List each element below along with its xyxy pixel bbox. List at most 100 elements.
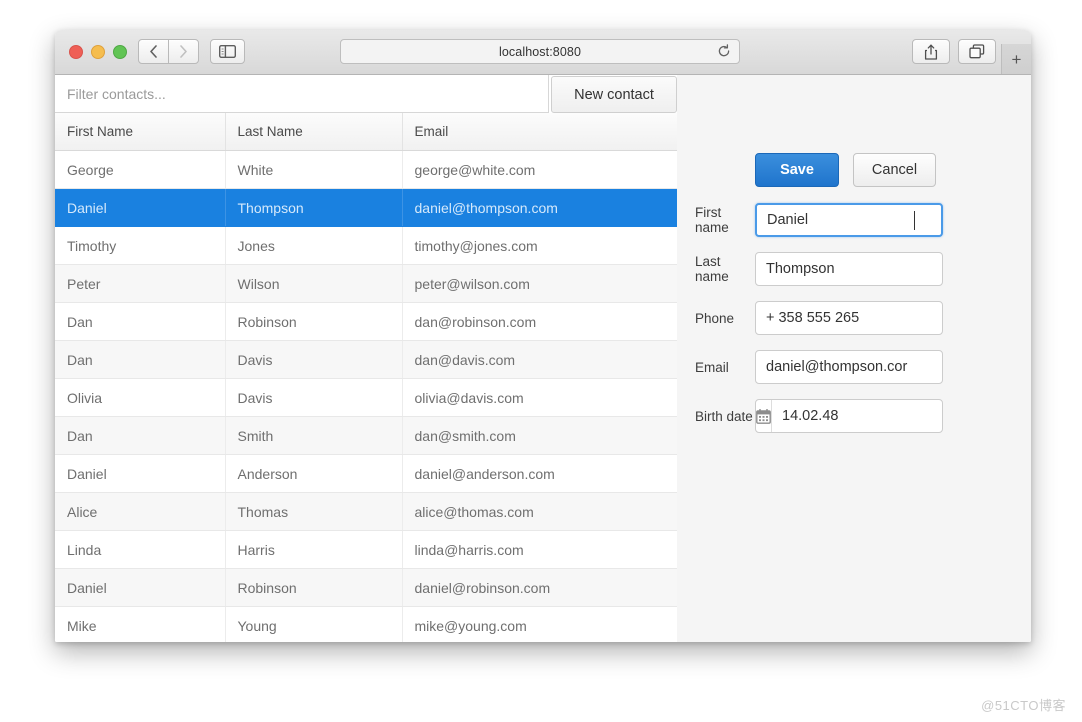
table-row[interactable]: Alice Thomas alice@thomas.com [55,492,677,531]
cell-last-name: Wilson [225,264,403,303]
cell-first-name: Alice [55,492,226,531]
table-header-row: First Name Last Name Email [55,113,677,151]
cell-first-name: Olivia [55,378,226,417]
save-button[interactable]: Save [755,153,839,187]
cancel-button[interactable]: Cancel [853,153,936,187]
form-row-first-name: First name [677,203,1031,237]
reload-icon[interactable] [717,44,731,61]
back-arrow-glyph [150,45,157,58]
reload-glyph [718,44,730,57]
cell-last-name: Thomas [225,492,403,531]
label-last-name: Last name [695,254,729,284]
cell-email: george@white.com [402,150,677,189]
cell-email: mike@young.com [402,606,677,642]
window-controls [69,45,127,59]
contacts-table-head: First Name Last Name Email [55,113,677,151]
filter-bar: New contact [55,75,677,113]
cell-email: linda@harris.com [402,530,677,569]
cell-first-name: Daniel [55,454,226,493]
cell-first-name: Dan [55,302,226,341]
calendar-glyph [756,408,771,424]
column-header-email[interactable]: Email [402,113,677,151]
label-phone: Phone [695,310,735,326]
cell-last-name: Robinson [225,568,403,607]
table-row[interactable]: Daniel Thompson daniel@thompson.com [55,188,677,227]
form-actions: Save Cancel [755,153,936,187]
cell-first-name: Mike [55,606,226,642]
contacts-app: New contact First Name Last Name Email G… [55,75,1031,642]
email-input[interactable] [755,350,943,384]
table-row[interactable]: Linda Harris linda@harris.com [55,530,677,569]
cell-first-name: Daniel [55,568,226,607]
cell-email: daniel@thompson.com [402,188,677,227]
table-row[interactable]: Dan Davis dan@davis.com [55,340,677,379]
table-row[interactable]: Dan Smith dan@smith.com [55,416,677,455]
cell-email: dan@davis.com [402,340,677,379]
close-window-button[interactable] [69,45,83,59]
cell-last-name: White [225,150,403,189]
birth-date-group [755,399,943,433]
calendar-icon[interactable] [756,400,772,432]
cell-email: peter@wilson.com [402,264,677,303]
share-glyph [924,44,938,60]
column-header-last-name[interactable]: Last Name [225,113,403,151]
address-bar[interactable]: localhost:8080 [340,39,740,64]
back-arrow-icon[interactable] [138,39,169,64]
birth-date-input[interactable] [772,400,942,432]
share-icon[interactable] [912,39,950,64]
cell-email: dan@robinson.com [402,302,677,341]
browser-window: localhost:8080 + Filter contacts... New … [55,30,1031,642]
sidebar-glyph [219,45,236,58]
label-email: Email [695,359,729,375]
table-row[interactable]: Timothy Jones timothy@jones.com [55,226,677,265]
form-row-email: Email [677,350,1031,384]
contacts-table: First Name Last Name Email George White ge… [55,113,677,642]
cell-email: dan@smith.com [402,416,677,455]
maximize-window-button[interactable] [113,45,127,59]
watermark: @51CTO博客 [981,698,1066,713]
cell-first-name: Linda [55,530,226,569]
form-row-birth-date: Birth date [677,399,1031,433]
cell-last-name: Harris [225,530,403,569]
table-row[interactable]: Olivia Davis olivia@davis.com [55,378,677,417]
new-tab-button[interactable]: + [1001,44,1031,74]
cell-first-name: Dan [55,416,226,455]
cell-email: timothy@jones.com [402,226,677,265]
new-contact-button[interactable]: New contact [551,76,677,113]
cell-first-name: Peter [55,264,226,303]
minimize-window-button[interactable] [91,45,105,59]
forward-arrow-icon[interactable] [168,39,199,64]
cell-first-name: Timothy [55,226,226,265]
cell-last-name: Jones [225,226,403,265]
cell-email: daniel@robinson.com [402,568,677,607]
cell-last-name: Davis [225,340,403,379]
filter-contacts-input[interactable] [55,75,549,113]
table-row[interactable]: Daniel Anderson daniel@anderson.com [55,454,677,493]
tabs-glyph [969,44,985,59]
cell-last-name: Davis [225,378,403,417]
cell-email: alice@thomas.com [402,492,677,531]
cell-last-name: Thompson [225,188,403,227]
cell-last-name: Robinson [225,302,403,341]
label-birth-date: Birth date [695,408,753,424]
address-text: localhost:8080 [498,44,581,59]
sidebar-toggle-icon[interactable] [210,39,245,64]
table-row[interactable]: Peter Wilson peter@wilson.com [55,264,677,303]
phone-input[interactable] [755,301,943,335]
column-header-first-name[interactable]: First Name [55,113,226,151]
table-row[interactable]: George White george@white.com [55,150,677,189]
cell-first-name: Dan [55,340,226,379]
last-name-input[interactable] [755,252,943,286]
table-row[interactable]: Daniel Robinson daniel@robinson.com [55,568,677,607]
form-row-last-name: Last name [677,252,1031,286]
cell-last-name: Anderson [225,454,403,493]
contact-form-panel: Save Cancel First name Last name Phone [677,75,1031,642]
label-first-name: First name [695,205,729,235]
cell-email: olivia@davis.com [402,378,677,417]
cell-last-name: Young [225,606,403,642]
table-row[interactable]: Mike Young mike@young.com [55,606,677,642]
browser-toolbar: localhost:8080 + [55,30,1031,75]
table-row[interactable]: Dan Robinson dan@robinson.com [55,302,677,341]
cell-email: daniel@anderson.com [402,454,677,493]
tabs-overview-icon[interactable] [958,39,996,64]
